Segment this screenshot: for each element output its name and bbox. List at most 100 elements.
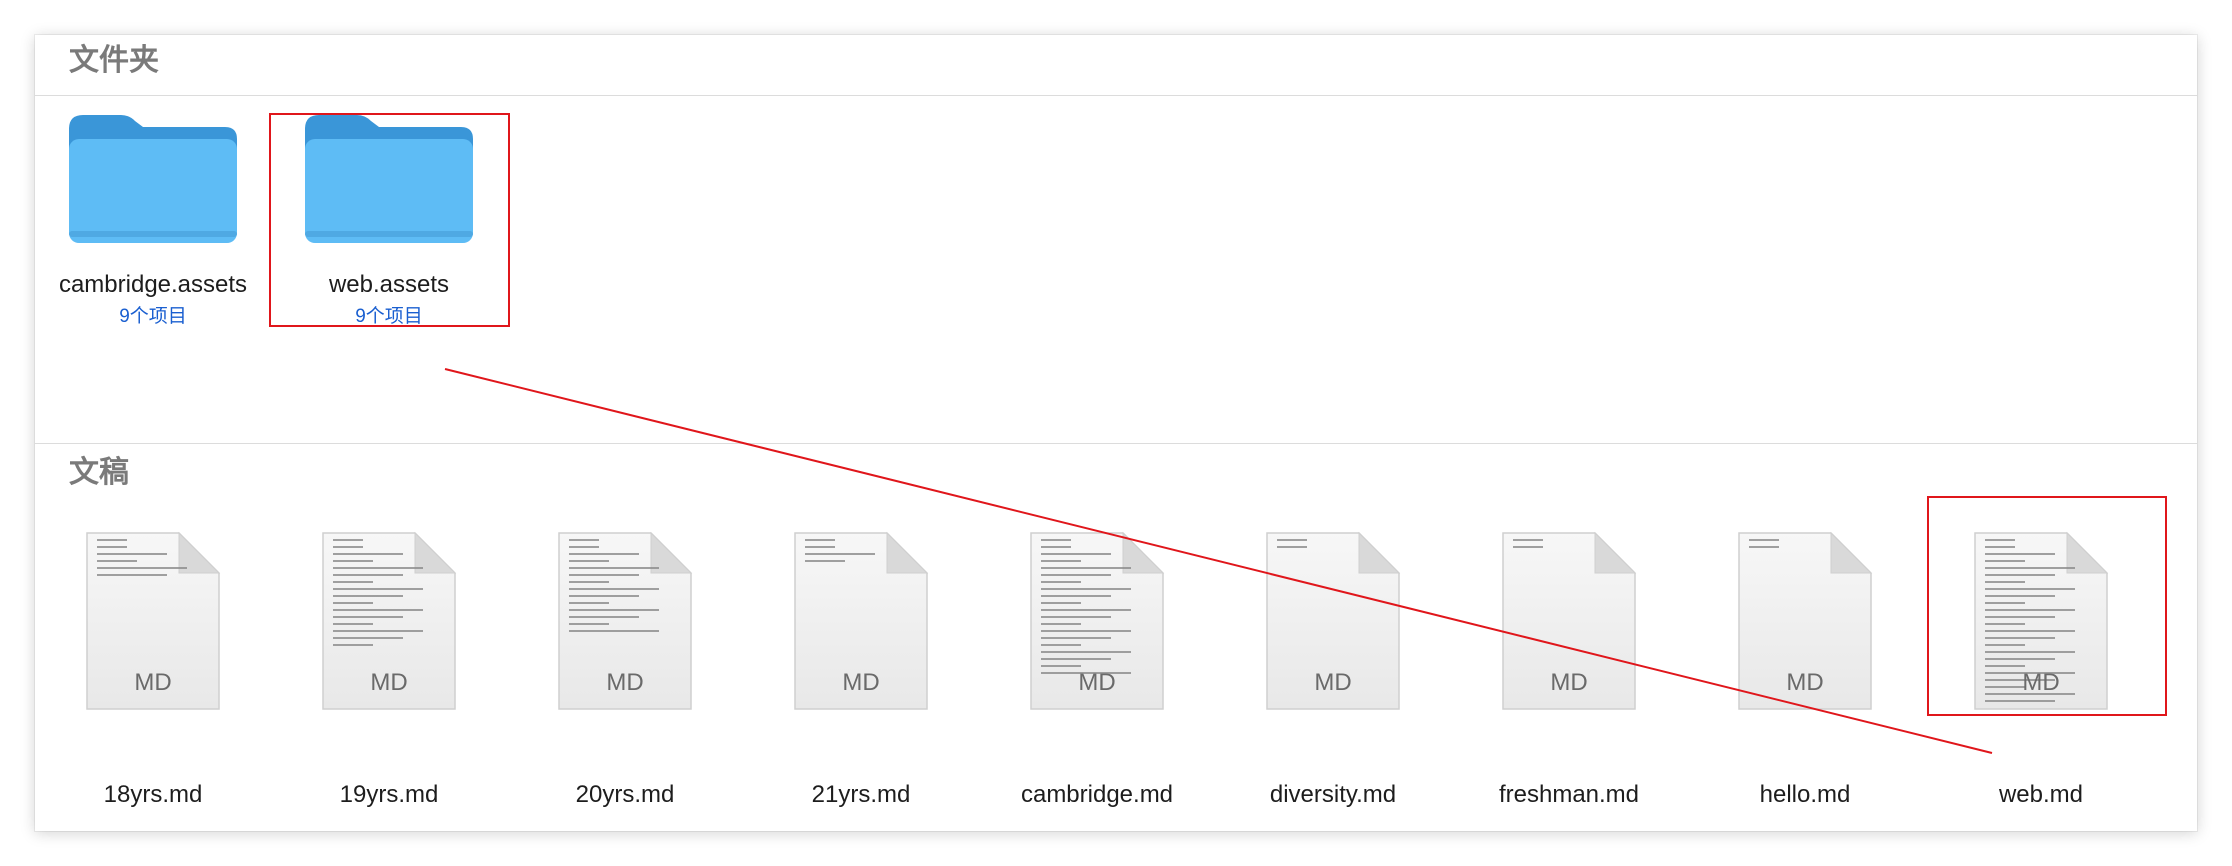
- documents-section-header: 文稿: [69, 456, 129, 489]
- folder-item-web-assets[interactable]: web.assets 9个项目: [271, 105, 507, 327]
- document-item[interactable]: MD cambridge.md: [979, 523, 1215, 808]
- document-item[interactable]: MD freshman.md: [1451, 523, 1687, 808]
- preview-text-line: [569, 588, 659, 590]
- preview-text-line: [1985, 700, 2055, 702]
- preview-text-line: [333, 602, 373, 604]
- preview-text-line: [1985, 588, 2075, 590]
- document-name: 18yrs.md: [103, 781, 203, 808]
- document-item[interactable]: MD hello.md: [1687, 523, 1923, 808]
- document-item[interactable]: MD 20yrs.md: [507, 523, 743, 808]
- document-name: web.md: [1998, 781, 2084, 808]
- preview-text-line: [805, 539, 835, 541]
- document-name: hello.md: [1759, 781, 1851, 808]
- markdown-file-icon: MD: [319, 529, 459, 713]
- preview-text-line: [1985, 651, 2075, 653]
- file-type-badge: MD: [134, 669, 172, 696]
- document-item[interactable]: MD web.md: [1923, 523, 2159, 808]
- preview-text-line: [569, 553, 639, 555]
- preview-text-line: [1985, 567, 2075, 569]
- preview-text-line: [569, 595, 639, 597]
- finder-window: 文件夹 cambridge.assets 9个项目 web.assets 9个项…: [35, 35, 2197, 831]
- preview-text-line: [333, 567, 423, 569]
- preview-text-line: [1985, 665, 2025, 667]
- preview-text-line: [569, 630, 659, 632]
- preview-text-line: [1041, 623, 1081, 625]
- preview-text-line: [569, 609, 659, 611]
- markdown-file-icon: MD: [1263, 529, 1403, 713]
- preview-text-line: [569, 616, 639, 618]
- section-divider: [35, 443, 2197, 444]
- folder-icon: [69, 115, 237, 243]
- folder-icon: [305, 115, 473, 243]
- file-type-badge: MD: [1314, 669, 1352, 696]
- markdown-file-icon: MD: [1735, 529, 1875, 713]
- preview-text-line: [333, 630, 423, 632]
- preview-text-line: [1041, 644, 1081, 646]
- folder-name: web.assets: [328, 271, 450, 298]
- preview-text-line: [333, 644, 373, 646]
- preview-text-line: [97, 539, 127, 541]
- preview-text-line: [1041, 546, 1071, 548]
- markdown-file-icon: MD: [555, 529, 695, 713]
- preview-text-line: [569, 581, 609, 583]
- preview-text-line: [1985, 560, 2025, 562]
- folder-item-count: 9个项目: [119, 306, 187, 327]
- document-item[interactable]: MD 19yrs.md: [271, 523, 507, 808]
- markdown-file-icon: MD: [1971, 529, 2111, 713]
- preview-text-line: [569, 546, 599, 548]
- document-name: 21yrs.md: [811, 781, 911, 808]
- preview-text-line: [333, 588, 423, 590]
- preview-text-line: [1985, 539, 2015, 541]
- folders-section-header: 文件夹: [69, 44, 159, 77]
- document-item[interactable]: MD 18yrs.md: [35, 523, 271, 808]
- document-preview-lines: [97, 539, 193, 581]
- document-preview-lines: [569, 539, 665, 637]
- file-type-badge: MD: [1078, 669, 1116, 696]
- folder-item-cambridge-assets[interactable]: cambridge.assets 9个项目: [35, 105, 271, 327]
- section-divider: [35, 95, 2197, 96]
- document-item[interactable]: MD 21yrs.md: [743, 523, 979, 808]
- preview-text-line: [569, 567, 659, 569]
- preview-text-line: [1041, 658, 1111, 660]
- preview-text-line: [333, 616, 403, 618]
- markdown-file-icon: MD: [83, 529, 223, 713]
- preview-text-line: [1985, 637, 2055, 639]
- preview-text-line: [333, 560, 373, 562]
- preview-text-line: [333, 637, 403, 639]
- preview-text-line: [97, 546, 127, 548]
- preview-text-line: [1041, 630, 1131, 632]
- preview-text-line: [569, 602, 609, 604]
- markdown-file-icon: MD: [1499, 529, 1639, 713]
- preview-text-line: [1985, 623, 2025, 625]
- preview-text-line: [569, 560, 609, 562]
- file-type-badge: MD: [2022, 669, 2060, 696]
- document-preview-lines: [1277, 539, 1373, 553]
- preview-text-line: [1041, 595, 1111, 597]
- preview-text-line: [1985, 609, 2075, 611]
- preview-text-line: [1985, 658, 2055, 660]
- preview-text-line: [805, 560, 845, 562]
- preview-text-line: [1041, 539, 1071, 541]
- file-type-badge: MD: [370, 669, 408, 696]
- preview-text-line: [1749, 539, 1779, 541]
- preview-text-line: [1041, 637, 1111, 639]
- preview-text-line: [1985, 616, 2055, 618]
- document-name: diversity.md: [1269, 781, 1397, 808]
- preview-text-line: [333, 574, 403, 576]
- preview-text-line: [1985, 581, 2025, 583]
- preview-text-line: [1749, 546, 1779, 548]
- preview-text-line: [97, 567, 187, 569]
- preview-text-line: [569, 539, 599, 541]
- folder-item-count: 9个项目: [355, 306, 423, 327]
- preview-text-line: [97, 574, 167, 576]
- preview-text-line: [1041, 651, 1131, 653]
- document-item[interactable]: MD diversity.md: [1215, 523, 1451, 808]
- file-type-badge: MD: [842, 669, 880, 696]
- preview-text-line: [333, 553, 403, 555]
- preview-text-line: [1985, 602, 2025, 604]
- preview-text-line: [1041, 588, 1131, 590]
- preview-text-line: [569, 574, 639, 576]
- document-name: 20yrs.md: [575, 781, 675, 808]
- preview-text-line: [1985, 553, 2055, 555]
- preview-text-line: [1041, 553, 1111, 555]
